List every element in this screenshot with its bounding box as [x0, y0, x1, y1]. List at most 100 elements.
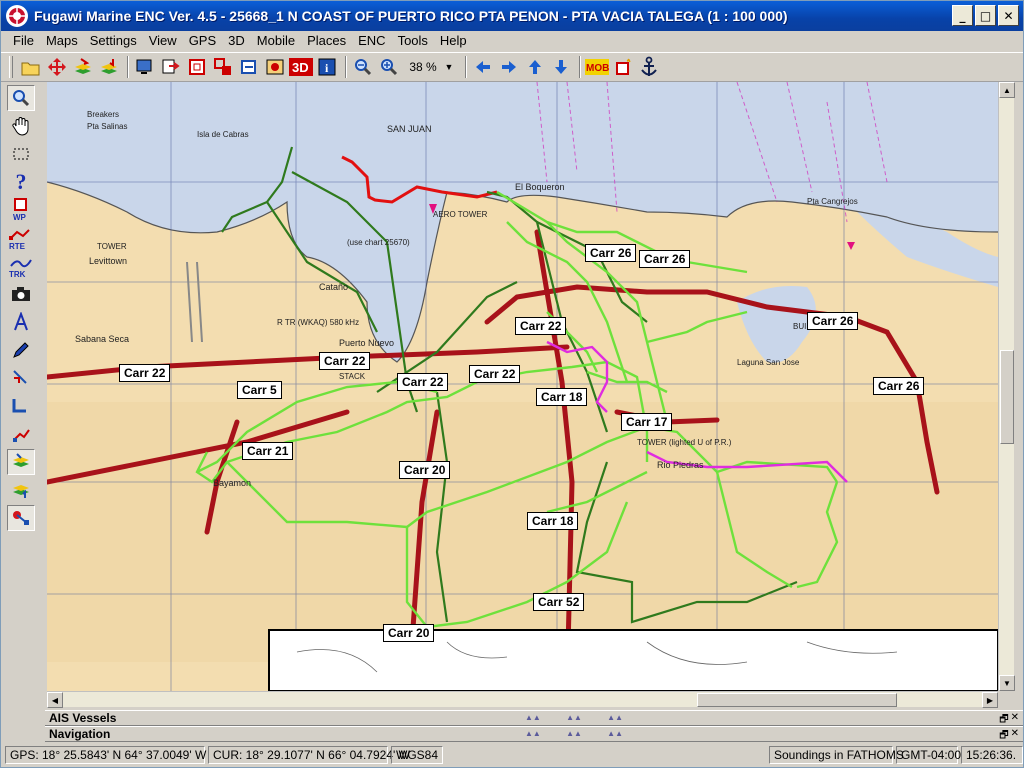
layer-green-icon[interactable]	[7, 449, 35, 475]
menu-tools[interactable]: Tools	[392, 31, 434, 51]
waypoint-tool-icon[interactable]: WP	[7, 197, 35, 223]
main-toolbar: 3D i 38 % ▼ MOB	[1, 52, 1023, 82]
svg-text:WP: WP	[13, 213, 27, 222]
anchor-icon[interactable]	[637, 55, 661, 79]
waypoint-flag-icon[interactable]	[611, 55, 635, 79]
app-window: Fugawi Marine ENC Ver. 4.5 - 25668_1 N C…	[0, 0, 1024, 768]
zoom-level[interactable]: 38 %	[403, 60, 443, 74]
window-title: Fugawi Marine ENC Ver. 4.5 - 25668_1 N C…	[34, 8, 788, 24]
menu-view[interactable]: View	[143, 31, 183, 51]
menu-maps[interactable]: Maps	[40, 31, 84, 51]
svg-text:TRK: TRK	[9, 270, 26, 278]
horizontal-scrollbar[interactable]: ◀ ▶	[47, 691, 998, 708]
label-san-juan: SAN JUAN	[387, 124, 432, 134]
menu-help[interactable]: Help	[434, 31, 473, 51]
menu-places[interactable]: Places	[301, 31, 352, 51]
menu-file[interactable]: File	[7, 31, 40, 51]
label-breakers: Breakers	[87, 110, 120, 119]
arrow-right-box-icon[interactable]	[159, 55, 183, 79]
arrow-down-icon[interactable]	[549, 55, 573, 79]
minimize-button[interactable]: _	[952, 5, 973, 26]
title-bar[interactable]: Fugawi Marine ENC Ver. 4.5 - 25668_1 N C…	[1, 1, 1023, 31]
mob-button[interactable]: MOB	[585, 55, 609, 79]
road-label-carr26: Carr 26	[807, 312, 859, 330]
vertical-scroll-thumb[interactable]	[1000, 350, 1014, 444]
label-pta-cangrejos: Pta Cangrejos	[807, 197, 858, 206]
arrow-left-icon[interactable]	[471, 55, 495, 79]
toolbar-grip[interactable]	[9, 56, 13, 78]
chevron-down-icon[interactable]: ▼	[443, 62, 455, 72]
ais-vessels-panel[interactable]: AIS Vessels ▲▲ ▲▲ ▲▲ 🗗 ✕	[45, 710, 1023, 726]
status-bar: GPS: 18° 25.5843' N 64° 37.0049' W CUR: …	[1, 743, 1023, 767]
route-box-icon[interactable]	[211, 55, 235, 79]
arrow-right-icon[interactable]	[497, 55, 521, 79]
zoom-in-icon[interactable]	[377, 55, 401, 79]
label-rio-piedras: Rio Piedras	[657, 460, 704, 470]
route-tool-icon[interactable]: RTE	[7, 225, 35, 251]
route-split-icon[interactable]	[7, 421, 35, 447]
arrow-up-icon[interactable]	[523, 55, 547, 79]
hand-pan-icon[interactable]	[7, 113, 35, 139]
menu-gps[interactable]: GPS	[183, 31, 222, 51]
layer-up-icon[interactable]	[7, 477, 35, 503]
rotate-icon[interactable]	[237, 55, 261, 79]
scroll-down-button[interactable]: ▼	[999, 675, 1015, 691]
road-label-carr26: Carr 26	[873, 377, 925, 395]
vertical-scrollbar[interactable]: ▲ ▼	[998, 82, 1015, 691]
label-bayamon: Bayamon	[213, 478, 252, 488]
chart-map[interactable]: Pta Salinas Isla de Cabras TOWER Levitto…	[47, 82, 998, 691]
chart-view-icon[interactable]	[263, 55, 287, 79]
select-box-icon[interactable]	[7, 141, 35, 167]
gps-position: GPS: 18° 25.5843' N 64° 37.0049' W	[5, 746, 206, 764]
timezone: GMT-04:00	[896, 746, 961, 764]
menu-3d[interactable]: 3D	[222, 31, 251, 51]
pan-arrows-icon[interactable]	[45, 55, 69, 79]
datum: WGS84	[391, 746, 443, 764]
label-sabana-seca: Sabana Seca	[75, 334, 130, 344]
window-icon[interactable]	[185, 55, 209, 79]
menu-settings[interactable]: Settings	[84, 31, 143, 51]
label-pta-salinas: Pta Salinas	[87, 122, 128, 131]
measure-icon[interactable]	[7, 309, 35, 335]
camera-icon[interactable]	[7, 281, 35, 307]
label-levittown: Levittown	[89, 256, 128, 266]
pen-icon[interactable]	[7, 337, 35, 363]
menu-bar: File Maps Settings View GPS 3D Mobile Pl…	[1, 31, 1023, 51]
fugawi-logo-icon	[6, 5, 28, 27]
navigation-panel[interactable]: Navigation ▲▲ ▲▲ ▲▲ 🗗 ✕	[45, 726, 1023, 742]
zoom-tool-icon[interactable]	[7, 85, 35, 111]
ais-vessels-title: AIS Vessels	[49, 711, 117, 725]
3d-view-icon[interactable]: 3D	[289, 55, 313, 79]
menu-enc[interactable]: ENC	[352, 31, 391, 51]
menu-mobile[interactable]: Mobile	[251, 31, 301, 51]
query-icon[interactable]: ?	[7, 169, 35, 195]
node-tool-icon[interactable]	[7, 505, 35, 531]
scroll-left-button[interactable]: ◀	[47, 692, 63, 708]
track-tool-icon[interactable]: TRK	[7, 253, 35, 279]
road-label-carr52: Carr 52	[533, 593, 585, 611]
horizontal-scroll-thumb[interactable]	[697, 693, 897, 707]
road-label-carr20: Carr 20	[399, 461, 451, 479]
screen-icon[interactable]	[133, 55, 157, 79]
scroll-up-button[interactable]: ▲	[999, 82, 1015, 98]
clock: 15:26:36.	[961, 746, 1023, 764]
svg-text:MOB: MOB	[586, 63, 609, 74]
label-tower: TOWER	[97, 242, 127, 251]
layers-icon[interactable]	[71, 55, 95, 79]
scroll-right-button[interactable]: ▶	[982, 692, 998, 708]
maximize-button[interactable]: □	[975, 5, 996, 26]
svg-text:3D: 3D	[292, 60, 309, 75]
open-folder-icon[interactable]	[19, 55, 43, 79]
info-icon[interactable]: i	[315, 55, 339, 79]
road-label-carr18: Carr 18	[527, 512, 579, 530]
close-button[interactable]: ✕	[998, 5, 1019, 26]
svg-text:RTE: RTE	[9, 242, 26, 250]
route-join-icon[interactable]	[7, 393, 35, 419]
label-stack: STACK	[339, 372, 366, 381]
left-toolbar: ? WP RTE TRK	[1, 82, 41, 712]
zoom-out-icon[interactable]	[351, 55, 375, 79]
route-reverse-icon[interactable]	[7, 365, 35, 391]
layers-down-icon[interactable]	[97, 55, 121, 79]
road-label-carr22: Carr 22	[397, 373, 449, 391]
road-label-carr20: Carr 20	[383, 624, 435, 642]
